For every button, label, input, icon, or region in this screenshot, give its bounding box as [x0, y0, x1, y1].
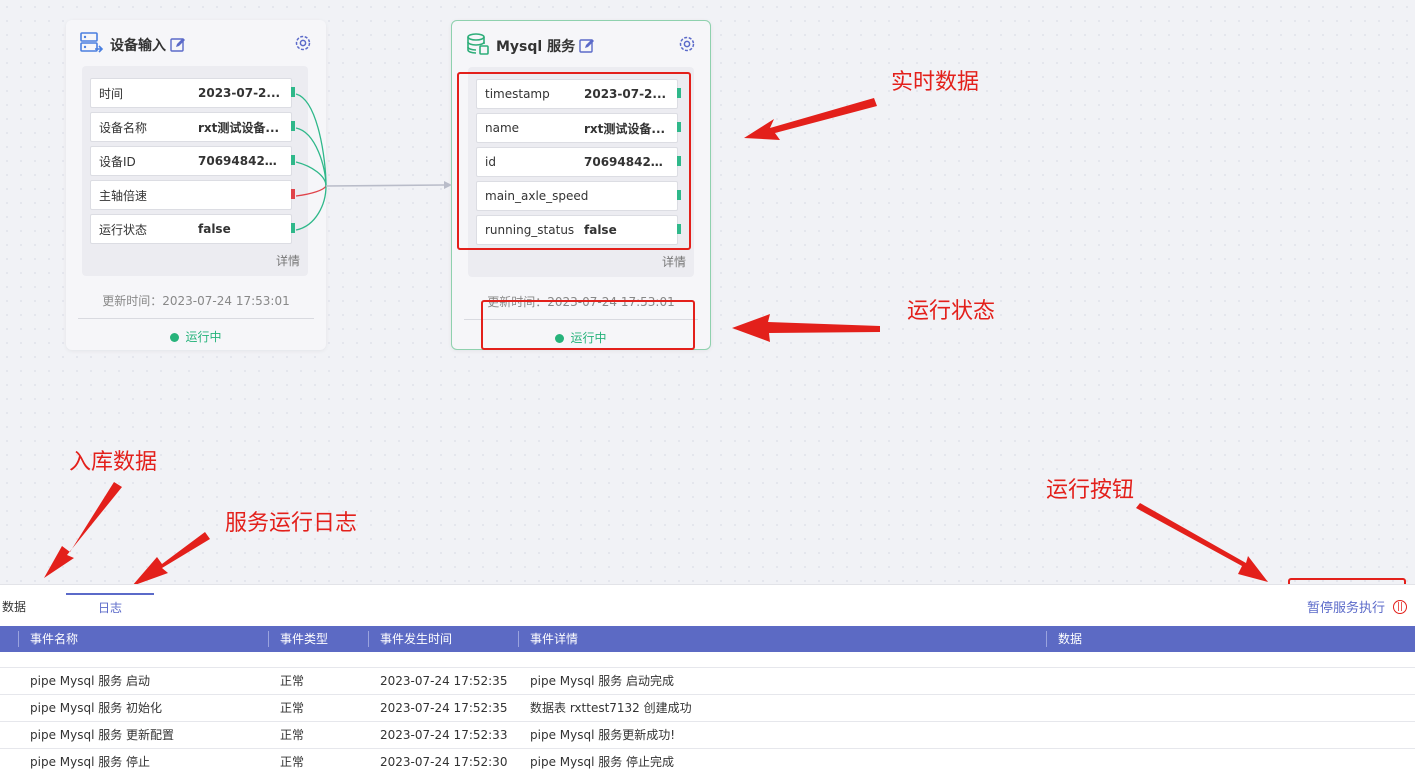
status-text: 运行中: [185, 330, 222, 344]
table-spacer: [0, 652, 1415, 668]
highlight-box-realtime-data: [457, 72, 691, 250]
database-icon: [466, 32, 490, 60]
bottom-panel: 数据 日志 暂停服务执行 || 事件名称 事件类型 事件发生时间 事件详情 数据…: [0, 584, 1415, 774]
highlight-box-run-status: [481, 300, 695, 350]
cell-event-name: pipe Mysql 服务 初始化: [30, 701, 163, 715]
column-separator: [518, 631, 519, 647]
cell-event-time: 2023-07-24 17:52:30: [380, 755, 508, 769]
field-row-run-status[interactable]: 运行状态 false: [90, 214, 295, 244]
column-header-data[interactable]: 数据: [1058, 626, 1082, 652]
device-input-node[interactable]: 设备输入 时间 2023-07-2... 设备名称 rxt测试设备... 设备ID 7…: [66, 20, 326, 350]
field-row-time[interactable]: 时间 2023-07-2...: [90, 78, 295, 108]
status-indicator: 运行中: [66, 328, 326, 345]
annotation-service-log: 服务运行日志: [225, 511, 358, 536]
cell-event-name: pipe Mysql 服务 停止: [30, 755, 151, 769]
cell-event-detail: pipe Mysql 服务 停止完成: [530, 755, 675, 769]
node-title: 设备输入: [110, 38, 166, 54]
output-port[interactable]: [291, 155, 295, 165]
column-separator: [368, 631, 369, 647]
pause-service-button[interactable]: 暂停服务执行 ||: [1307, 597, 1407, 616]
gear-icon[interactable]: [294, 34, 312, 56]
field-key: 运行状态: [99, 222, 148, 237]
edit-icon[interactable]: [579, 38, 595, 54]
cell-event-type: 正常: [280, 755, 305, 769]
node-header: 设备输入: [80, 32, 312, 58]
cell-event-name: pipe Mysql 服务 启动: [30, 674, 151, 688]
annotation-realtime-data: 实时数据: [891, 70, 980, 95]
field-key: 设备名称: [99, 120, 148, 135]
details-link[interactable]: 详情: [662, 253, 686, 270]
device-input-icon: [80, 31, 104, 59]
field-key: 时间: [99, 86, 124, 101]
pause-button-label: 暂停服务执行: [1306, 601, 1385, 616]
log-table-header: 事件名称 事件类型 事件发生时间 事件详情 数据: [0, 626, 1415, 652]
field-key: 设备ID: [99, 154, 136, 169]
column-header-event-detail[interactable]: 事件详情: [530, 626, 578, 652]
field-value: false: [198, 222, 231, 236]
output-port[interactable]: [291, 121, 295, 131]
edit-icon[interactable]: [170, 37, 186, 53]
output-port[interactable]: [291, 223, 295, 233]
gear-icon[interactable]: [678, 35, 696, 57]
column-separator: [268, 631, 269, 647]
field-list: 时间 2023-07-2... 设备名称 rxt测试设备... 设备ID 706948…: [82, 66, 308, 276]
output-port[interactable]: [291, 87, 295, 97]
node-connection-edge: [325, 184, 445, 187]
updated-time: 更新时间：2023-07-24 17:53:01: [102, 294, 290, 308]
cell-event-detail: pipe Mysql 服务 启动完成: [530, 674, 675, 688]
column-header-event-type[interactable]: 事件类型: [280, 626, 328, 652]
annotation-stored-data: 入库数据: [69, 450, 158, 475]
cell-event-detail: pipe Mysql 服务更新成功!: [530, 728, 676, 742]
cell-event-time: 2023-07-24 17:52:33: [380, 728, 508, 742]
cell-event-type: 正常: [280, 728, 305, 742]
divider: [78, 318, 314, 319]
column-separator: [1046, 631, 1047, 647]
column-header-event-time[interactable]: 事件发生时间: [380, 626, 452, 652]
cell-event-name: pipe Mysql 服务 更新配置: [30, 728, 175, 742]
field-key: 主轴倍速: [99, 188, 148, 203]
status-dot: [170, 333, 180, 342]
cell-event-time: 2023-07-24 17:52:35: [380, 701, 508, 715]
column-separator: [18, 631, 19, 647]
cell-event-type: 正常: [280, 674, 305, 688]
cell-event-type: 正常: [280, 701, 305, 715]
field-value: rxt测试设备...: [198, 120, 280, 135]
details-link[interactable]: 详情: [276, 252, 300, 269]
node-title: Mysql 服务: [496, 39, 576, 55]
pause-icon: ||: [1393, 599, 1407, 614]
tab-data[interactable]: 数据: [2, 593, 58, 619]
table-row[interactable]: pipe Mysql 服务 更新配置 正常 2023-07-24 17:52:3…: [0, 722, 1415, 749]
table-row[interactable]: pipe Mysql 服务 启动 正常 2023-07-24 17:52:35 …: [0, 668, 1415, 695]
annotation-run-status: 运行状态: [907, 299, 996, 324]
table-row[interactable]: pipe Mysql 服务 停止 正常 2023-07-24 17:52:30 …: [0, 749, 1415, 774]
column-header-event-name[interactable]: 事件名称: [30, 626, 78, 652]
output-port[interactable]: [291, 189, 295, 199]
field-row-device-id[interactable]: 设备ID 706948422...: [90, 146, 295, 176]
field-row-spindle-speed[interactable]: 主轴倍速: [90, 180, 295, 210]
cell-event-detail: 数据表 rxttest7132 创建成功: [530, 701, 692, 715]
table-row[interactable]: pipe Mysql 服务 初始化 正常 2023-07-24 17:52:35…: [0, 695, 1415, 722]
field-value: 706948422...: [198, 154, 287, 168]
field-value: 2023-07-2...: [198, 86, 281, 100]
cell-event-time: 2023-07-24 17:52:35: [380, 674, 508, 688]
annotation-run-button: 运行按钮: [1046, 478, 1135, 503]
field-row-device-name[interactable]: 设备名称 rxt测试设备...: [90, 112, 295, 142]
node-header: Mysql 服务: [466, 33, 696, 59]
tab-log[interactable]: 日志: [66, 593, 154, 619]
